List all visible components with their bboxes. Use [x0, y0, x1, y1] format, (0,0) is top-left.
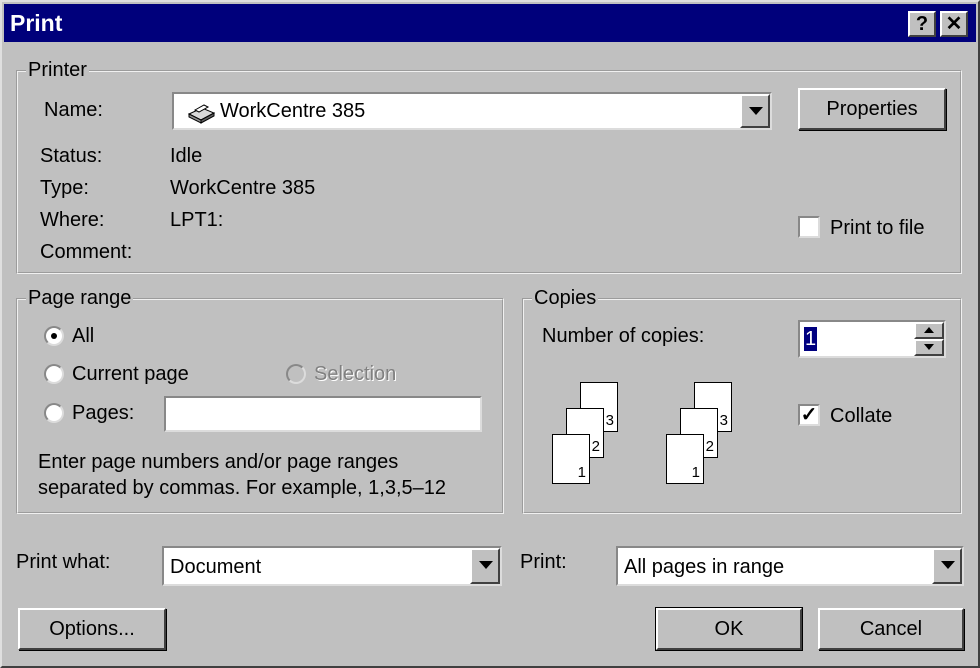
printer-name-dropdown[interactable]: WorkCentre 385 [172, 92, 772, 130]
printer-legend: Printer [26, 59, 89, 81]
page-range-hint-line2: separated by commas. For example, 1,3,5–… [38, 477, 446, 499]
where-label: Where: [40, 209, 105, 231]
radio-selection [286, 364, 306, 384]
collate-checkbox[interactable]: ✓ [798, 404, 820, 426]
radio-current-page-label[interactable]: Current page [72, 362, 189, 386]
printer-name-value: WorkCentre 385 [220, 100, 366, 122]
print-label: Print: [520, 551, 567, 573]
help-button[interactable]: ? [908, 11, 936, 37]
type-value: WorkCentre 385 [170, 177, 316, 199]
print-to-file-checkbox[interactable] [798, 216, 820, 238]
number-of-copies-label: Number of copies: [542, 325, 705, 347]
properties-button[interactable]: Properties [798, 88, 946, 130]
print-to-file-label[interactable]: Print to file [830, 216, 924, 240]
radio-pages-label[interactable]: Pages: [72, 401, 134, 425]
type-label: Type: [40, 177, 89, 199]
close-button[interactable]: ✕ [940, 11, 968, 37]
title-bar: Print ? ✕ [4, 4, 976, 42]
collate-page-1: 1 [666, 434, 704, 484]
print-what-dropdown[interactable]: Document [162, 546, 502, 586]
radio-all[interactable] [44, 326, 64, 346]
print-dropdown-arrow[interactable] [932, 548, 962, 584]
radio-all-label[interactable]: All [72, 324, 94, 348]
options-button[interactable]: Options... [18, 608, 166, 650]
print-what-label: Print what: [16, 551, 111, 573]
collate-page-1: 1 [552, 434, 590, 484]
print-dialog: Print ? ✕ Printer Name: WorkCentre 385 P… [0, 0, 980, 668]
number-of-copies-spinner[interactable]: 1 [798, 320, 946, 358]
page-range-hint-line1: Enter page numbers and/or page ranges [38, 451, 399, 473]
copies-legend: Copies [532, 287, 599, 309]
print-value: All pages in range [624, 556, 785, 578]
comment-label: Comment: [40, 241, 133, 263]
number-of-copies-value: 1 [804, 327, 818, 351]
cancel-button[interactable]: Cancel [818, 608, 964, 650]
print-dropdown[interactable]: All pages in range [616, 546, 964, 586]
radio-selection-label: Selection [314, 363, 397, 385]
print-what-dropdown-arrow[interactable] [470, 548, 500, 584]
spin-down-arrow-icon [924, 344, 934, 350]
page-range-legend: Page range [26, 287, 134, 309]
print-what-value: Document [170, 556, 262, 578]
pages-input[interactable] [164, 396, 482, 432]
status-label: Status: [40, 145, 103, 167]
printer-name-dropdown-arrow[interactable] [740, 94, 770, 128]
window-title: Print [10, 10, 63, 36]
printer-icon [186, 100, 216, 124]
spin-up-arrow-icon [924, 327, 934, 333]
printer-name-label: Name: [44, 99, 103, 121]
radio-current-page[interactable] [44, 364, 64, 384]
collate-label[interactable]: Collate [830, 404, 892, 428]
radio-pages[interactable] [44, 403, 64, 423]
spin-down-button[interactable] [914, 339, 944, 356]
where-value: LPT1: [170, 209, 224, 231]
status-value: Idle [170, 145, 203, 167]
ok-button[interactable]: OK [655, 607, 803, 651]
spin-up-button[interactable] [914, 322, 944, 339]
